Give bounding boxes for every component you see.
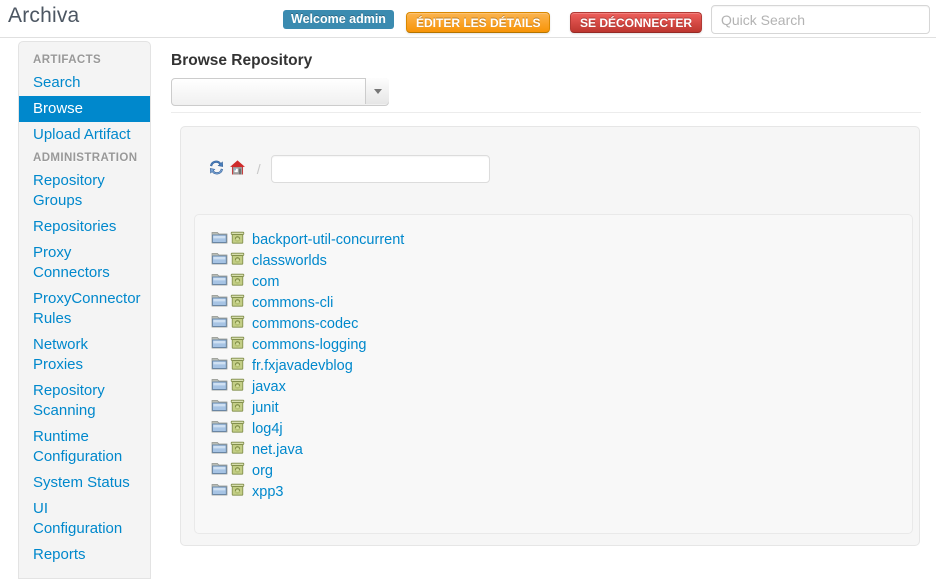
jar-package-icon[interactable] [230, 377, 245, 398]
edit-details-button[interactable]: ÉDITER LES DÉTAILS [406, 12, 551, 33]
tree-item[interactable]: commons-codec [211, 313, 912, 334]
sidebar-item-browse[interactable]: Browse [19, 96, 150, 122]
folder-icon[interactable] [211, 482, 228, 503]
jar-package-icon[interactable] [230, 440, 245, 461]
folder-icon[interactable] [211, 419, 228, 440]
sidebar-item-proxy-connectors[interactable]: Proxy Connectors [19, 240, 150, 286]
sidebar-item-repository-scanning[interactable]: Repository Scanning [19, 378, 150, 424]
folder-icon[interactable] [211, 377, 228, 398]
refresh-icon[interactable] [208, 159, 225, 179]
tree-item[interactable]: com [211, 271, 912, 292]
tree-item-label[interactable]: xpp3 [252, 482, 283, 503]
folder-icon[interactable] [211, 230, 228, 251]
tree-item-label[interactable]: fr.fxjavadevblog [252, 356, 353, 377]
repository-select-box[interactable] [171, 78, 389, 106]
tree-item[interactable]: commons-cli [211, 292, 912, 313]
logout-button[interactable]: SE DÉCONNECTER [570, 12, 703, 33]
folder-icon[interactable] [211, 293, 228, 314]
tree-item[interactable]: commons-logging [211, 334, 912, 355]
tree-item[interactable]: junit [211, 397, 912, 418]
browse-panel: / backport-util-concurrent classworlds com… [180, 126, 920, 546]
jar-package-icon[interactable] [230, 272, 245, 293]
tree-item[interactable]: classworlds [211, 250, 912, 271]
sidebar-item-system-status[interactable]: System Status [19, 470, 150, 496]
app-header: Archiva Welcome admin ÉDITER LES DÉTAILS… [0, 0, 936, 38]
sidebar-item-upload-artifact[interactable]: Upload Artifact [19, 122, 150, 148]
sidebar-item-proxyconnector-rules[interactable]: ProxyConnector Rules [19, 286, 150, 332]
app-brand-title: Archiva [8, 4, 80, 27]
tree-item-label[interactable]: org [252, 461, 273, 482]
sidebar-item-repository-groups[interactable]: Repository Groups [19, 168, 150, 214]
folder-icon[interactable] [211, 251, 228, 272]
tree-item-label[interactable]: commons-codec [252, 314, 358, 335]
sidebar-item-repositories[interactable]: Repositories [19, 214, 150, 240]
tree-item-label[interactable]: commons-logging [252, 335, 366, 356]
main-content-header: Browse Repository [171, 52, 921, 113]
jar-package-icon[interactable] [230, 314, 245, 335]
sidebar-item-ui-configuration[interactable]: UI Configuration [19, 496, 150, 542]
tree-item[interactable]: fr.fxjavadevblog [211, 355, 912, 376]
jar-package-icon[interactable] [230, 230, 245, 251]
folder-icon[interactable] [211, 440, 228, 461]
tree-item[interactable]: javax [211, 376, 912, 397]
tree-item[interactable]: xpp3 [211, 481, 912, 502]
tree-item-label[interactable]: com [252, 272, 279, 293]
tree-item[interactable]: log4j [211, 418, 912, 439]
tree-item-label[interactable]: junit [252, 398, 279, 419]
path-input[interactable] [270, 155, 490, 183]
welcome-badge: Welcome admin [283, 10, 394, 29]
sidebar-group-header: ADMINISTRATION [33, 152, 138, 164]
tree-item-label[interactable]: javax [252, 377, 286, 398]
folder-icon[interactable] [211, 272, 228, 293]
tree-item-label[interactable]: log4j [252, 419, 283, 440]
jar-package-icon[interactable] [230, 461, 245, 482]
folder-icon[interactable] [211, 314, 228, 335]
title-divider [171, 112, 921, 113]
folder-icon[interactable] [211, 461, 228, 482]
tree-item[interactable]: backport-util-concurrent [211, 229, 912, 250]
jar-package-icon[interactable] [230, 398, 245, 419]
path-bar: / [208, 155, 490, 185]
sidebar-item-reports[interactable]: Reports [19, 542, 150, 568]
sidebar-item-network-proxies[interactable]: Network Proxies [19, 332, 150, 378]
sidebar-group-header: ARTIFACTS [33, 54, 102, 66]
jar-package-icon[interactable] [230, 482, 245, 503]
page-title: Browse Repository [171, 52, 313, 69]
tree-item[interactable]: org [211, 460, 912, 481]
tree-item-label[interactable]: classworlds [252, 251, 327, 272]
jar-package-icon[interactable] [230, 419, 245, 440]
tree-item-label[interactable]: backport-util-concurrent [252, 230, 404, 251]
tree-item[interactable]: net.java [211, 439, 912, 460]
jar-package-icon[interactable] [230, 335, 245, 356]
repository-tree-panel: backport-util-concurrent classworlds com co… [194, 214, 913, 534]
quick-search-input[interactable] [711, 5, 930, 34]
folder-icon[interactable] [211, 398, 228, 419]
sidebar-nav: ARTIFACTS Search Browse Upload Artifact ADMI… [18, 41, 151, 579]
repository-tree-list: backport-util-concurrent classworlds com co… [195, 215, 912, 502]
tree-item-label[interactable]: net.java [252, 440, 303, 461]
tree-item-label[interactable]: commons-cli [252, 293, 333, 314]
sidebar-item-search[interactable]: Search [19, 70, 150, 96]
chevron-down-icon[interactable] [365, 78, 389, 104]
folder-icon[interactable] [211, 356, 228, 377]
jar-package-icon[interactable] [230, 251, 245, 272]
repository-select[interactable] [171, 78, 389, 106]
home-icon[interactable] [229, 159, 246, 179]
path-separator: / [256, 161, 261, 177]
sidebar-item-runtime-configuration[interactable]: Runtime Configuration [19, 424, 150, 470]
jar-package-icon[interactable] [230, 293, 245, 314]
jar-package-icon[interactable] [230, 356, 245, 377]
folder-icon[interactable] [211, 335, 228, 356]
